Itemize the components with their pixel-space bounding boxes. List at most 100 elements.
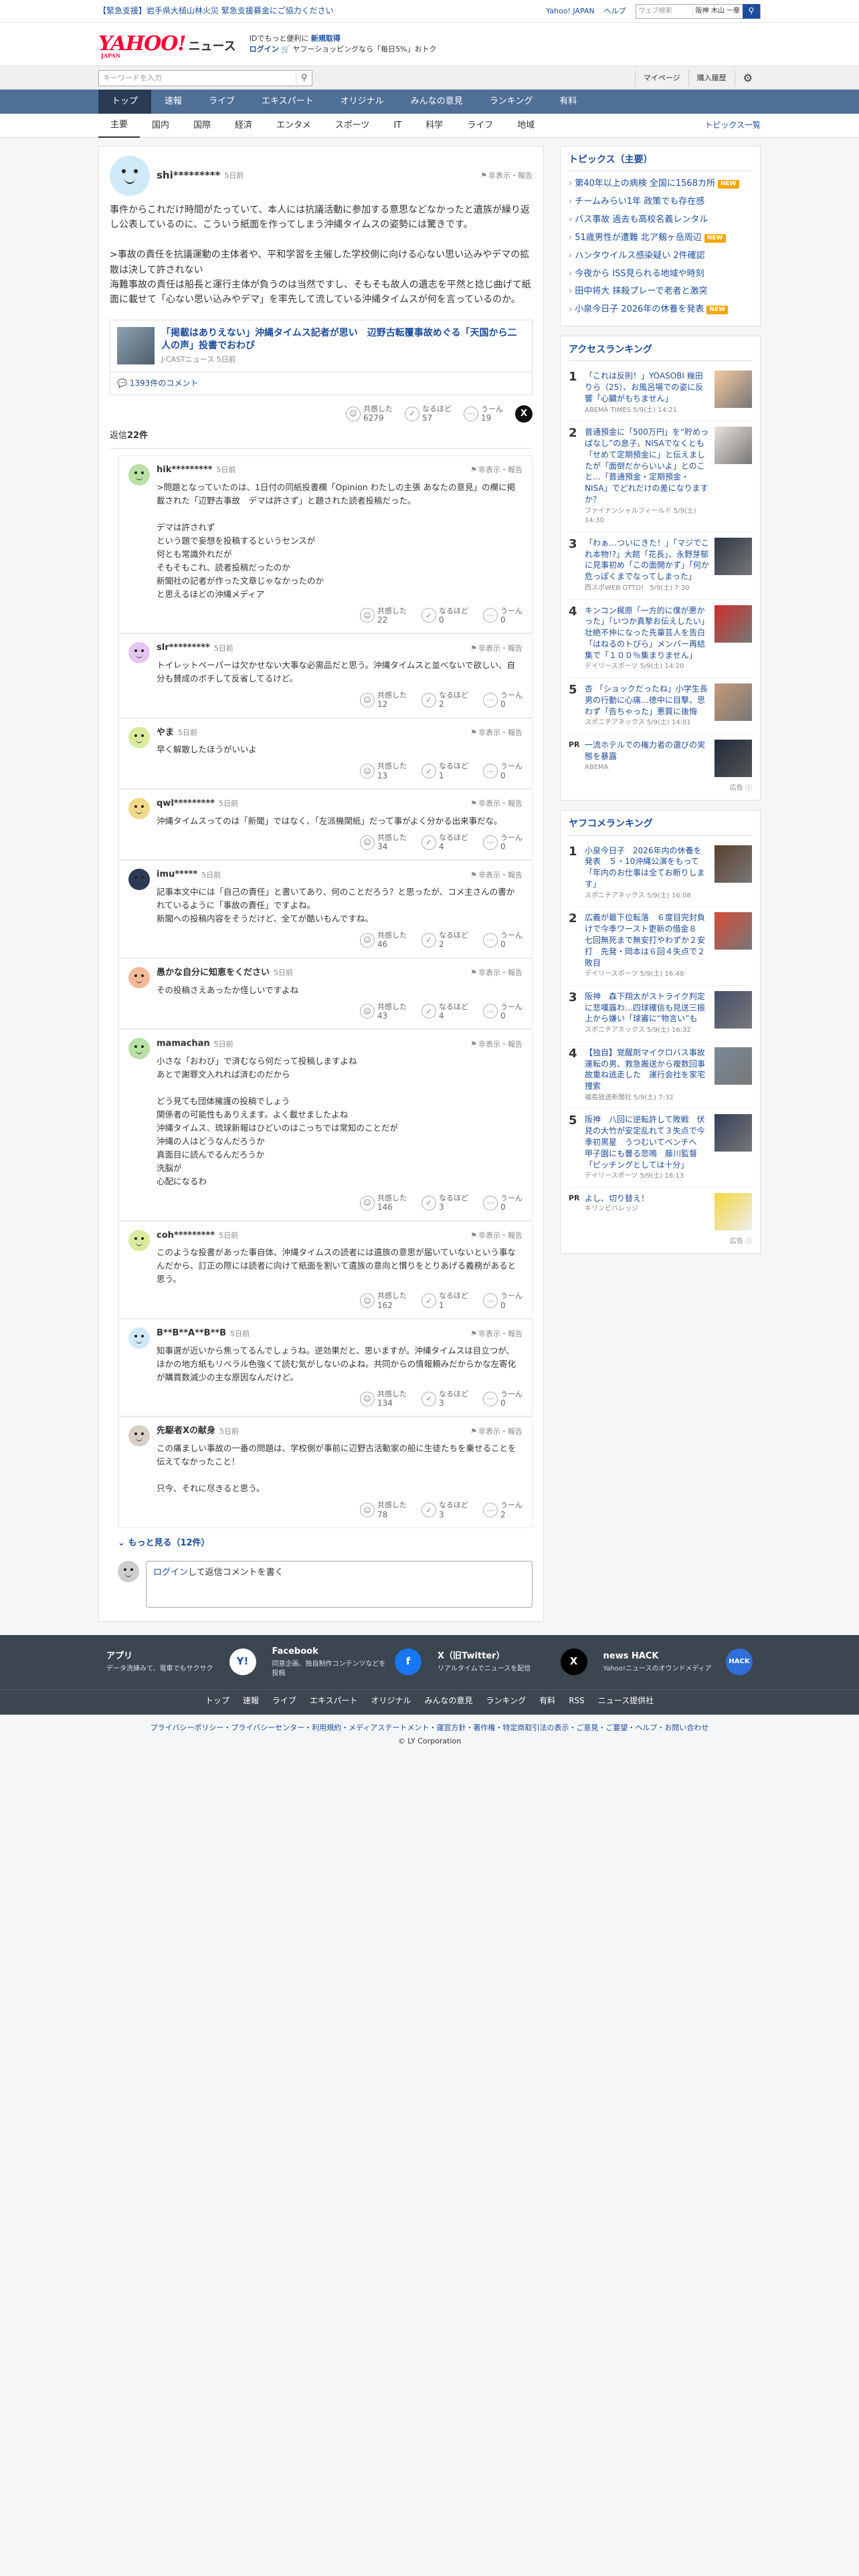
hmm-button[interactable]: ⋯ うーん 0 [483, 1002, 522, 1021]
hide-report-link[interactable]: ⚑ 非表示・報告 [470, 1230, 522, 1241]
rank-title[interactable]: 「わぁ…ついにきた！」「マジでこれ本物!?」大館「花長」、永野芽郁に見事初め「こ… [585, 538, 709, 582]
footer-link[interactable]: ランキング [486, 1695, 527, 1707]
web-search-input[interactable]: ウェブ検索 [636, 7, 692, 17]
article-title[interactable]: 「掲載はありえない」沖縄タイムス記者が思い 辺野古転覆事故めぐる「天国から二人の… [161, 327, 525, 353]
topic-item[interactable]: › 小泉今日子 2026年の休養を発表 NEW [569, 301, 752, 319]
agree-button[interactable]: ☺ 共感した 22 [360, 607, 407, 625]
footer-link[interactable]: 速報 [243, 1695, 259, 1707]
reply-username[interactable]: 愚かな自分に知恵をください [157, 967, 270, 980]
subnav-domestic[interactable]: 国内 [140, 120, 181, 132]
insightful-button[interactable]: ✓ なるほど 4 [421, 1002, 468, 1021]
hide-report-link[interactable]: ⚑ 非表示・報告 [470, 968, 522, 978]
subnav-entertainment[interactable]: エンタメ [264, 120, 323, 132]
search-icon[interactable]: ⚲ [296, 72, 312, 85]
hide-report-link[interactable]: ⚑ 非表示・報告 [470, 798, 522, 809]
footer-col-title[interactable]: news HACK [603, 1650, 720, 1663]
insightful-button[interactable]: ✓ なるほど 2 [421, 691, 468, 710]
footer-link[interactable]: みんなの意見 [425, 1695, 473, 1707]
register-link[interactable]: 新規取得 [311, 34, 341, 43]
hide-report-link[interactable]: ⚑ 非表示・報告 [480, 171, 533, 181]
topic-item[interactable]: › 51歳男性が遭難 北ア剱ヶ岳周辺 NEW [569, 229, 752, 247]
topic-item[interactable]: › バス事故 過去も高校名義レンタル [569, 211, 752, 229]
nav-original[interactable]: オリジナル [327, 90, 397, 114]
insightful-button[interactable]: ✓ なるほど 4 [421, 833, 468, 852]
agree-button[interactable]: ☺ 共感した 13 [360, 762, 407, 780]
hmm-button[interactable]: ⋯ うーん 0 [483, 1194, 522, 1212]
footer-link[interactable]: RSS [569, 1695, 585, 1707]
hide-report-link[interactable]: ⚑ 非表示・報告 [470, 1329, 522, 1339]
rank-title[interactable]: 広義が最下位転落 ６度目完封負けで今季ワースト更新の借金８ 七回無死まで無安打や… [585, 912, 709, 968]
rank-title[interactable]: 阪神 八回に逆転許して敗戦 伏見の大竹が安定乱れて３失点で今季初黒星 うつむいて… [585, 1114, 709, 1170]
topic-item[interactable]: › 田中将大 抹殺プレーで老者と激突 [569, 283, 752, 301]
agree-button[interactable]: ☺ 共感した 134 [360, 1390, 407, 1408]
hmm-button[interactable]: ⋯ うーん 19 [464, 405, 503, 423]
insightful-button[interactable]: ✓ なるほど 2 [421, 931, 468, 950]
topic-item[interactable]: › 今夜から ISS見られる地域や時刻 [569, 265, 752, 284]
rank-title[interactable]: キンコン梶原「一方的に僕が悪かった」「いつか真摯お伝えしたい」壮絶不仲になった先… [585, 605, 709, 661]
footer-link[interactable]: トップ [205, 1695, 229, 1707]
rank-title[interactable]: 「これは反則！」YOASOBI 幾田りら（25）、お風呂場での姿に反響「心臓がも… [585, 370, 709, 404]
footer-col-icon[interactable]: X [560, 1648, 587, 1676]
footer-col[interactable]: X（旧Twitter） リアルタイムでニュースを配信 X [430, 1646, 595, 1679]
yahoo-japan-link[interactable]: Yahoo! JAPAN [546, 6, 595, 17]
insightful-button[interactable]: ✓ なるほど 1 [421, 762, 468, 780]
subnav-science[interactable]: 科学 [413, 120, 455, 132]
rank-title[interactable]: 小泉今日子 2026年内の休養を発表 ５・10沖縄公演をもって「年内のお仕事は全… [585, 845, 709, 890]
subnav-sports[interactable]: スポーツ [323, 120, 382, 132]
login-link[interactable]: ログイン [250, 45, 279, 53]
ranking-item[interactable]: 5 杏 「ショックだったね」小学生長男の行動に心痛…徳中に目撃、思わず「告ちゃった… [569, 678, 752, 734]
topic-title[interactable]: ハンタウイルス感染疑い 2件確認 [575, 250, 704, 263]
reply-username[interactable]: coh********* [157, 1230, 215, 1243]
alert-link[interactable]: 【緊急支援】岩手県大槌山林火災 緊急支援募金にご協力ください [98, 5, 546, 17]
rank-title[interactable]: 普通預金に「500万円」を“貯めっぱなし”の息子。NISAでなくとも「せめて定期… [585, 427, 709, 506]
pr-title[interactable]: 一流ホテルでの権力者の選びの実態を暴露 [585, 740, 709, 763]
footer-col-title[interactable]: Facebook [272, 1646, 389, 1658]
reply-username[interactable]: qwl********* [157, 798, 215, 811]
hmm-button[interactable]: ⋯ うーん 0 [483, 691, 522, 710]
hide-report-link[interactable]: ⚑ 非表示・報告 [470, 1426, 522, 1437]
topic-title[interactable]: 51歳男性が遭難 北ア剱ヶ岳周辺 [575, 232, 702, 245]
reply-username[interactable]: 先駆者Xの献身 [157, 1425, 215, 1438]
topic-title[interactable]: バス事故 過去も高校名義レンタル [575, 214, 708, 227]
hide-report-link[interactable]: ⚑ 非表示・報告 [470, 643, 522, 654]
help-link[interactable]: ヘルプ [604, 6, 626, 17]
topic-title[interactable]: 今夜から ISS見られる地域や時刻 [575, 268, 704, 281]
article-comments-link[interactable]: 💬 1393件のコメント [110, 372, 533, 396]
ranking-item[interactable]: 4 キンコン梶原「一方的に僕が悪かった」「いつか真摯お伝えしたい」壮絶不仲になった… [569, 600, 752, 678]
reply-input[interactable]: ログインして返信コメントを書く [146, 1560, 533, 1608]
footer-link[interactable]: ニュース提供社 [598, 1695, 654, 1707]
subnav-economy[interactable]: 経済 [223, 120, 264, 132]
hmm-button[interactable]: ⋯ うーん 0 [483, 1390, 522, 1408]
insightful-button[interactable]: ✓ なるほど 0 [421, 607, 468, 625]
pr-item[interactable]: PR よし、切り替え！ キリンビバレッジ [569, 1188, 752, 1236]
location-label[interactable]: 阪神 木山 一章 [692, 6, 743, 17]
hide-report-link[interactable]: ⚑ 非表示・報告 [470, 870, 522, 881]
footer-link[interactable]: エキスパート [310, 1695, 358, 1707]
subnav-region[interactable]: 地域 [505, 120, 547, 132]
nav-ranking[interactable]: ランキング [476, 90, 547, 114]
article-card[interactable]: 「掲載はありえない」沖縄タイムス記者が思い 辺野古転覆事故めぐる「天国から二人の… [110, 319, 533, 372]
ranking-item[interactable]: 3 「わぁ…ついにきた！」「マジでこれ本物!?」大館「花長」、永野芽郁に見事初め「… [569, 532, 752, 600]
agree-button[interactable]: ☺ 共感した 6279 [346, 405, 393, 423]
hmm-button[interactable]: ⋯ うーん 0 [483, 607, 522, 625]
footer-link[interactable]: ライブ [272, 1695, 296, 1707]
x-share-icon[interactable]: X [515, 405, 533, 423]
nav-top[interactable]: トップ [98, 90, 152, 114]
topic-item[interactable]: › 第40年以上の病検 全国に1568カ所 NEW [569, 175, 752, 193]
footer-col[interactable]: news HACK Yahoo!ニュースのオウンドメディア HACK [595, 1646, 761, 1679]
reply-username[interactable]: mamachan [157, 1038, 210, 1051]
nav-paid[interactable]: 有料 [546, 90, 590, 114]
rank-title[interactable]: 【独自】覚醒剤マイクロバス事故運転の男、救急搬送から複数回事故重ね逃走した 運行… [585, 1047, 709, 1092]
topic-title[interactable]: 第40年以上の病検 全国に1568カ所 [575, 178, 715, 191]
footer-link[interactable]: 有料 [539, 1695, 555, 1707]
ranking-item[interactable]: 5 阪神 八回に逆転許して敗戦 伏見の大竹が安定乱れて３失点で今季初黒星 うつむい… [569, 1109, 752, 1188]
agree-button[interactable]: ☺ 共感した 146 [360, 1194, 407, 1212]
agree-button[interactable]: ☺ 共感した 43 [360, 1002, 407, 1021]
hmm-button[interactable]: ⋯ うーん 0 [483, 762, 522, 780]
reply-username[interactable]: やま [157, 727, 174, 740]
rank-title[interactable]: 杏 「ショックだったね」小学生長男の行動に心痛…徳中に目撃、思わず「告ちゃった」… [585, 683, 709, 717]
insightful-button[interactable]: ✓ なるほど 3 [421, 1501, 468, 1519]
hmm-button[interactable]: ⋯ うーん 0 [483, 833, 522, 852]
footer-col-icon[interactable]: f [395, 1648, 421, 1676]
comment-username[interactable]: shi********* [157, 169, 220, 183]
